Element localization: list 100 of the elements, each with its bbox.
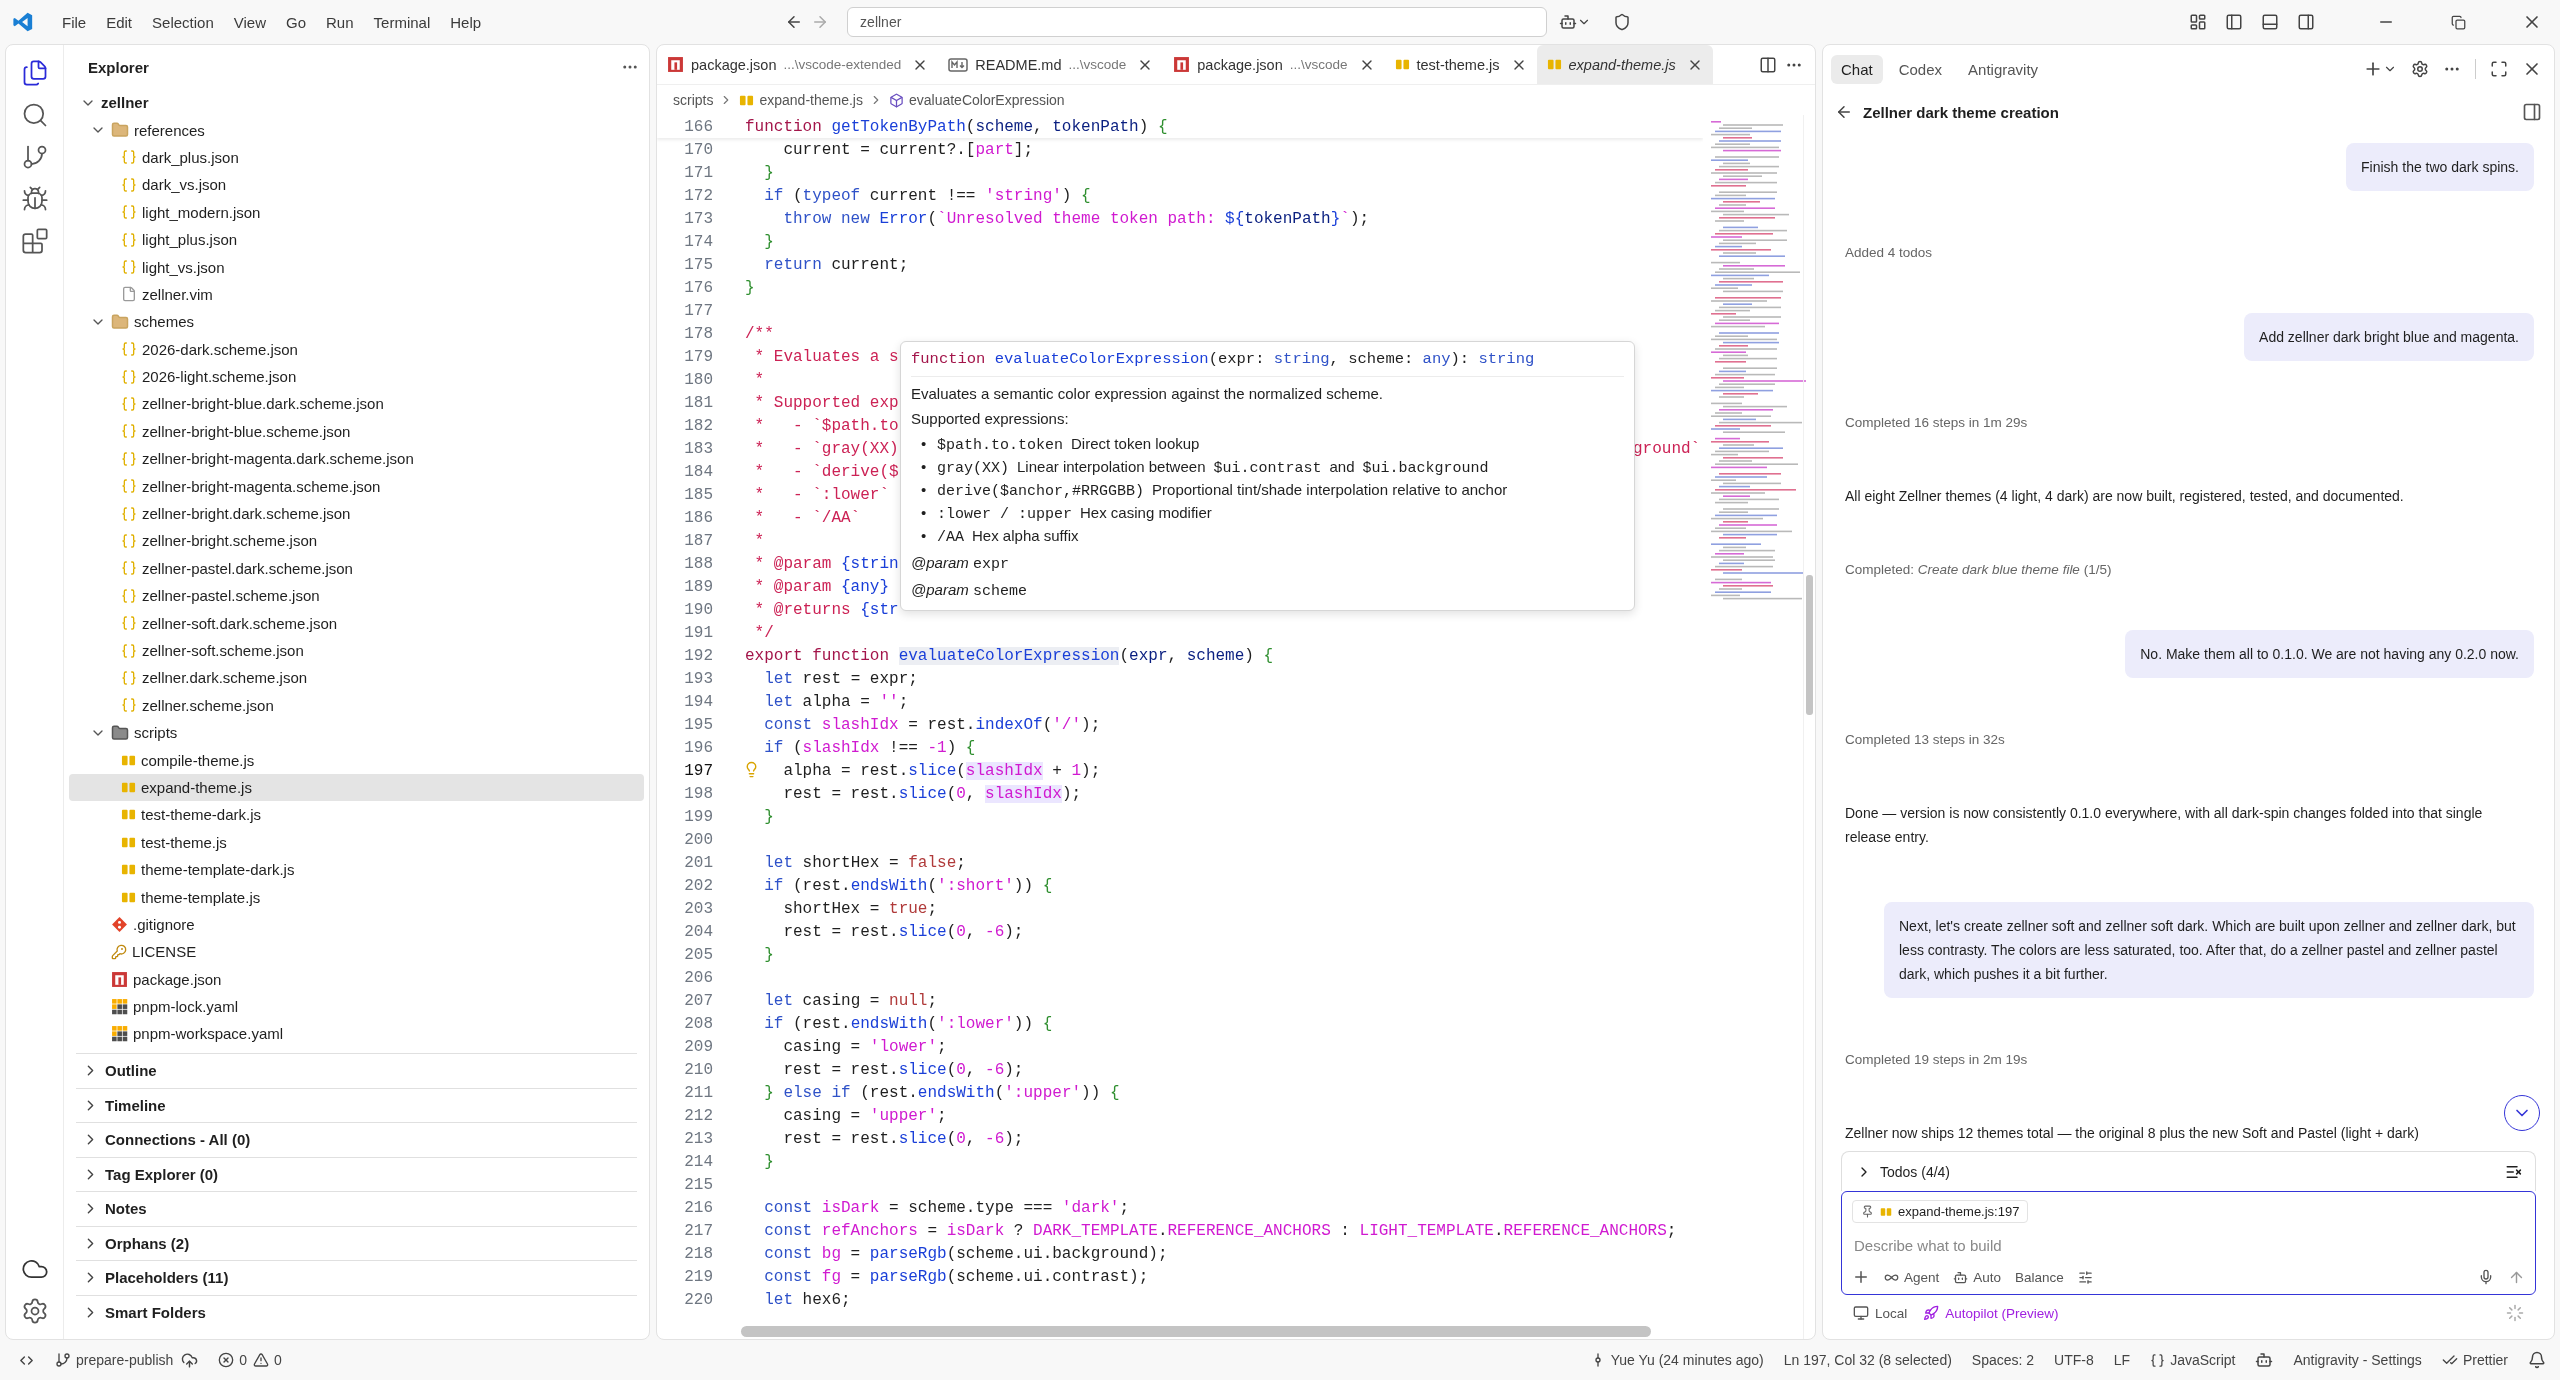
explorer-entry[interactable]: dark_vs.json	[69, 171, 644, 199]
run-debug-icon[interactable]	[20, 185, 49, 213]
chat-input[interactable]: expand-theme.js:197 Describe what to build Agent Auto Balance	[1841, 1191, 2536, 1295]
section-header[interactable]: Tag Explorer (0)	[76, 1156, 637, 1191]
explorer-entry[interactable]: theme-template.js	[69, 883, 644, 911]
explorer-entry[interactable]: zellner.vim	[69, 280, 644, 309]
menu-item[interactable]: Run	[316, 9, 364, 35]
explorer-entry[interactable]: test-theme.js	[69, 828, 644, 856]
robot-icon[interactable]	[1559, 13, 1578, 31]
editor-tab[interactable]: README.md ...\vscode	[938, 45, 1164, 84]
explorer-entry[interactable]: zellner-bright-magenta.scheme.json	[69, 472, 644, 500]
folder-entry[interactable]: scripts	[69, 719, 644, 747]
right-panel-icon[interactable]	[2297, 13, 2315, 31]
context-chip[interactable]: expand-theme.js:197	[1852, 1200, 2029, 1223]
settings-icon[interactable]	[2411, 60, 2429, 78]
encoding-item[interactable]: UTF-8	[2054, 1352, 2094, 1368]
blame-item[interactable]: Yue Yu (24 minutes ago)	[1589, 1352, 1764, 1368]
extensions-icon[interactable]	[20, 227, 49, 255]
folder-entry[interactable]: references	[69, 116, 644, 144]
explorer-entry[interactable]: .gitignore	[69, 910, 644, 939]
explorer-entry[interactable]: zellner-soft.scheme.json	[69, 636, 644, 665]
explorer-entry[interactable]: zellner-bright.dark.scheme.json	[69, 499, 644, 528]
model-button[interactable]: Auto	[1953, 1269, 2002, 1285]
explorer-entry[interactable]: light_modern.json	[69, 198, 644, 226]
editor-tab[interactable]: package.json ...\vscode-extended	[657, 45, 939, 84]
sliders-icon[interactable]	[2077, 1269, 2093, 1285]
breadcrumb[interactable]: expand-theme.js	[739, 92, 863, 108]
folder-entry[interactable]: zellner	[69, 89, 644, 117]
section-header[interactable]: Outline	[76, 1053, 637, 1088]
bottom-panel-icon[interactable]	[2261, 13, 2279, 31]
explorer-entry[interactable]: light_vs.json	[69, 253, 644, 281]
horizontal-scrollbar[interactable]	[741, 1326, 1651, 1337]
breadcrumb[interactable]: evaluateColorExpression	[888, 92, 1065, 108]
autopilot-button[interactable]: Autopilot (Preview)	[1923, 1305, 2059, 1321]
location-button[interactable]: Local	[1853, 1305, 1908, 1321]
explorer-entry[interactable]: package.json	[69, 965, 644, 993]
split-editor-icon[interactable]	[1759, 55, 1777, 74]
explorer-entry[interactable]: zellner.scheme.json	[69, 691, 644, 719]
maximize-icon[interactable]	[2490, 60, 2508, 78]
branch-item[interactable]: prepare-publish	[55, 1352, 174, 1368]
agent-settings-item[interactable]: Antigravity - Settings	[2293, 1352, 2422, 1368]
explorer-entry[interactable]: zellner-bright-blue.dark.scheme.json	[69, 390, 644, 418]
chat-tab[interactable]: Codex	[1888, 54, 1953, 84]
explorer-entry[interactable]: 2026-light.scheme.json	[69, 362, 644, 391]
scroll-down-button[interactable]	[2504, 1095, 2540, 1131]
explorer-entry[interactable]: dark_plus.json	[69, 143, 644, 172]
section-header[interactable]: Placeholders (11)	[76, 1260, 637, 1295]
explorer-entry[interactable]: compile-theme.js	[69, 746, 644, 774]
notifications-icon[interactable]	[2528, 1351, 2546, 1369]
layout-icon[interactable]	[2189, 13, 2207, 31]
shield-icon[interactable]	[1613, 13, 1632, 31]
editor-tab[interactable]: expand-theme.js	[1536, 45, 1713, 84]
explorer-entry[interactable]: expand-theme.js	[69, 773, 644, 802]
chat-tab[interactable]: Chat	[1831, 54, 1883, 84]
explorer-entry[interactable]: zellner-bright-blue.scheme.json	[69, 417, 644, 446]
panel-icon[interactable]	[2522, 102, 2542, 122]
editor-tab[interactable]: test-theme.js	[1384, 45, 1537, 84]
folder-entry[interactable]: schemes	[69, 308, 644, 336]
todos-bar[interactable]: Todos (4/4)	[1841, 1151, 2536, 1191]
indent-item[interactable]: Spaces: 2	[1971, 1352, 2035, 1368]
formatter-item[interactable]: Prettier	[2441, 1352, 2508, 1368]
menu-item[interactable]: Selection	[142, 9, 224, 35]
mode-button[interactable]: Agent	[1884, 1269, 1940, 1285]
explorer-entry[interactable]: light_plus.json	[69, 225, 644, 254]
microphone-icon[interactable]	[2478, 1269, 2494, 1285]
errors-item[interactable]: 0	[218, 1352, 248, 1368]
menu-item[interactable]: Terminal	[363, 9, 441, 35]
menu-item[interactable]: File	[52, 9, 97, 35]
publish-icon[interactable]	[181, 1351, 199, 1369]
explorer-entry[interactable]: zellner-pastel.scheme.json	[69, 582, 644, 610]
command-search-field[interactable]: zellner	[847, 7, 1548, 37]
editor-tab[interactable]: package.json ...\vscode	[1163, 45, 1385, 84]
plus-icon[interactable]	[1852, 1268, 1870, 1286]
section-header[interactable]: Orphans (2)	[76, 1225, 637, 1260]
explorer-entry[interactable]: theme-template-dark.js	[69, 855, 644, 884]
section-header[interactable]: Smart Folders	[76, 1294, 637, 1329]
explorer-entry[interactable]: zellner-bright.scheme.json	[69, 527, 644, 555]
section-header[interactable]: Timeline	[76, 1087, 637, 1122]
explorer-entry[interactable]: test-theme-dark.js	[69, 801, 644, 829]
chat-tab[interactable]: Antigravity	[1958, 54, 2049, 84]
menu-item[interactable]: Help	[440, 9, 492, 35]
restore-icon[interactable]	[2451, 14, 2466, 30]
explorer-entry[interactable]: pnpm-lock.yaml	[69, 992, 644, 1021]
vertical-scrollbar[interactable]	[1806, 575, 1813, 715]
language-item[interactable]: JavaScript	[2150, 1352, 2236, 1368]
section-header[interactable]: Notes	[76, 1191, 637, 1226]
warnings-item[interactable]: 0	[253, 1352, 282, 1368]
menu-item[interactable]: Edit	[96, 9, 143, 35]
cursor-position[interactable]: Ln 197, Col 32 (8 selected)	[1783, 1352, 1952, 1368]
explorer-entry[interactable]: 2026-dark.scheme.json	[69, 335, 644, 363]
section-header[interactable]: Connections - All (0)	[76, 1122, 637, 1157]
eol-item[interactable]: LF	[2113, 1352, 2131, 1368]
explorer-entry[interactable]: zellner-bright-magenta.dark.scheme.json	[69, 445, 644, 473]
effort-button[interactable]: Balance	[2015, 1269, 2064, 1285]
explorer-entry[interactable]: zellner-pastel.dark.scheme.json	[69, 554, 644, 583]
explorer-entry[interactable]: LICENSE	[69, 938, 644, 966]
menu-item[interactable]: Go	[276, 9, 316, 35]
explorer-entry[interactable]: zellner.dark.scheme.json	[69, 664, 644, 692]
explorer-entry[interactable]: pnpm-workspace.yaml	[69, 1020, 644, 1048]
menu-item[interactable]: View	[223, 9, 276, 35]
